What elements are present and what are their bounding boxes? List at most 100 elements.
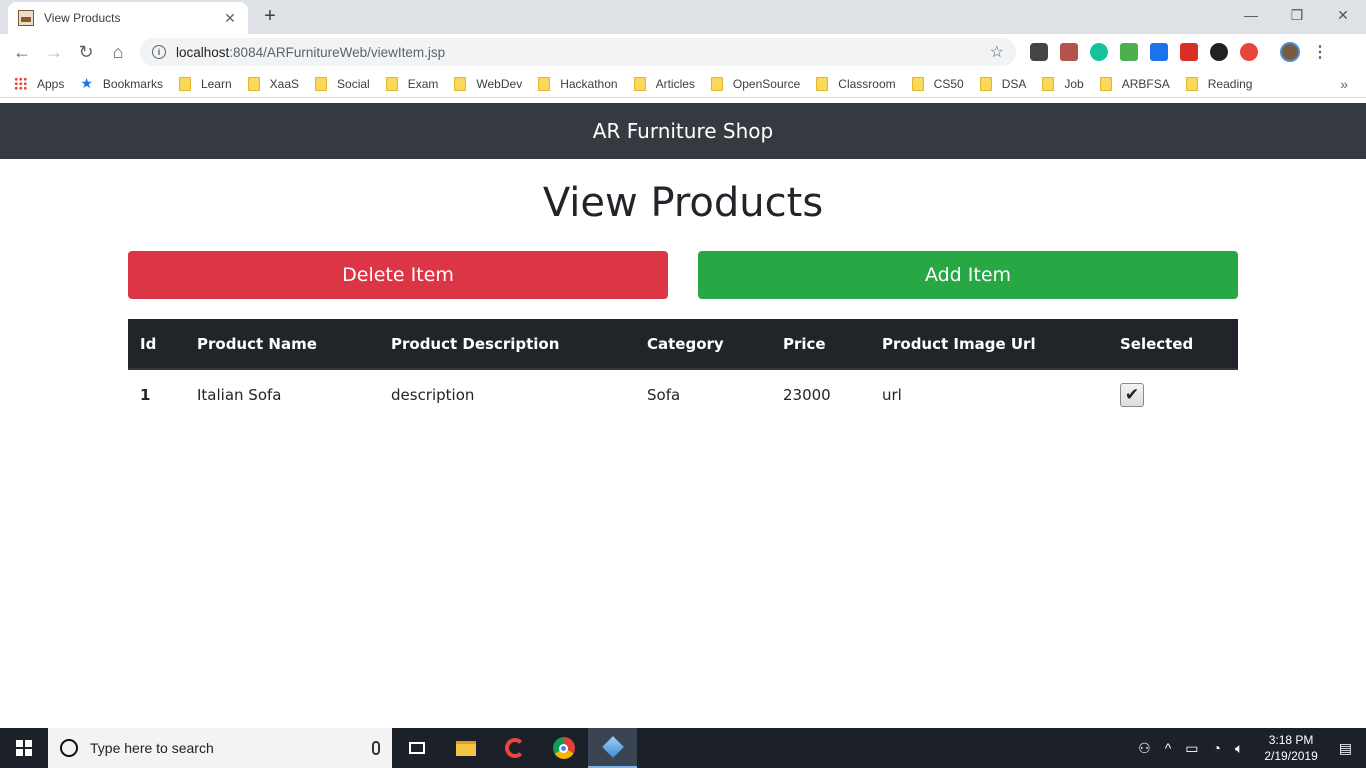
ccleaner-icon[interactable]: [490, 728, 539, 768]
header-product-name: Product Name: [185, 319, 379, 370]
bookmark-label: WebDev: [476, 76, 523, 91]
header-id: Id: [128, 319, 185, 370]
clock[interactable]: 3:18 PM 2/19/2019: [1264, 732, 1317, 764]
bookmark-job[interactable]: Job: [1042, 76, 1084, 91]
bookmark-label: CS50: [933, 76, 964, 91]
bookmark-label: ARBFSA: [1121, 76, 1170, 91]
extension-book-icon[interactable]: [1180, 43, 1198, 61]
folder-icon: [816, 76, 829, 91]
folder-icon: [178, 76, 191, 91]
url-text[interactable]: localhost:8084/ARFurnitureWeb/viewItem.j…: [176, 45, 990, 60]
menu-icon[interactable]: ⋮: [1312, 42, 1328, 62]
navbar-brand[interactable]: AR Furniture Shop: [593, 119, 773, 143]
address-bar[interactable]: i localhost:8084/ARFurnitureWeb/viewItem…: [140, 38, 1016, 66]
back-icon[interactable]: ←: [6, 36, 38, 68]
info-icon[interactable]: i: [152, 45, 166, 59]
restore-icon[interactable]: ❐: [1274, 0, 1320, 30]
window-controls: — ❐ ✕: [1228, 0, 1366, 32]
new-tab-icon[interactable]: +: [258, 5, 282, 28]
bookmark-apps[interactable]: Apps: [14, 77, 64, 91]
system-tray: ⚇ ^ ▭ ◔ 🔈︎ 3:18 PM 2/19/2019 ▤: [1131, 728, 1366, 768]
notifications-icon[interactable]: ▤: [1339, 740, 1352, 757]
folder-icon: [1042, 76, 1055, 91]
battery-icon[interactable]: ▭: [1185, 740, 1198, 757]
folder-icon: [1185, 76, 1198, 91]
tab-title: View Products: [44, 11, 121, 25]
extension-pdf-icon[interactable]: [1060, 43, 1078, 61]
chrome-icon[interactable]: [539, 728, 588, 768]
bookmark-label: XaaS: [269, 76, 300, 91]
bookmark-star-icon[interactable]: ☆: [990, 42, 1004, 62]
url-path: :8084/ARFurnitureWeb/viewItem.jsp: [229, 44, 446, 60]
bookmark-label: Apps: [37, 76, 65, 91]
bookmark-label: Hackathon: [560, 76, 618, 91]
chevron-more-icon[interactable]: »: [1340, 76, 1348, 92]
profile-avatar[interactable]: [1280, 42, 1300, 62]
folder-icon: [979, 76, 992, 91]
checkmark-icon: ✔: [1124, 384, 1140, 405]
cell-image-url: url: [882, 385, 902, 404]
header-price: Price: [771, 319, 870, 370]
bookmark-label: OpenSource: [732, 76, 801, 91]
forward-icon[interactable]: →: [38, 36, 70, 68]
extension-grammarly-icon[interactable]: [1090, 43, 1108, 61]
close-tab-icon[interactable]: ✕: [222, 10, 238, 27]
cortana-icon: [60, 739, 78, 757]
bookmark-bookmarks[interactable]: ★ Bookmarks: [80, 75, 163, 92]
extension-search-icon[interactable]: [1210, 43, 1228, 61]
header-category: Category: [635, 319, 771, 370]
file-explorer-icon[interactable]: [441, 728, 490, 768]
bookmark-arbfsa[interactable]: ARBFSA: [1099, 76, 1170, 91]
bookmark-social[interactable]: Social: [315, 76, 370, 91]
delete-item-button[interactable]: Delete Item: [128, 251, 668, 299]
extension-new-icon[interactable]: [1150, 43, 1168, 61]
extension-inbox-icon[interactable]: [1120, 43, 1138, 61]
add-item-button[interactable]: Add Item: [698, 251, 1238, 299]
browser-tabstrip: View Products ✕ + — ❐ ✕: [0, 0, 1366, 34]
cell-selected: ✔: [1108, 369, 1238, 419]
people-icon[interactable]: ⚇: [1138, 740, 1151, 757]
browser-toolbar: ← → ↻ ⌂ i localhost:8084/ARFurnitureWeb/…: [0, 34, 1366, 70]
cell-product-name: Italian Sofa: [197, 385, 282, 404]
extension-bulb-icon[interactable]: [1030, 43, 1048, 61]
header-product-description: Product Description: [379, 319, 635, 370]
folder-icon: [454, 76, 467, 91]
cell-product-description: description: [391, 385, 475, 404]
clock-time: 3:18 PM: [1268, 733, 1314, 747]
bookmark-xaas[interactable]: XaaS: [247, 76, 300, 91]
bookmark-hackathon[interactable]: Hackathon: [538, 76, 618, 91]
cell-price: 23000: [783, 385, 831, 404]
bookmark-cs50[interactable]: CS50: [911, 76, 964, 91]
app-cube-icon[interactable]: [588, 728, 637, 768]
volume-icon[interactable]: 🔈︎: [1235, 740, 1243, 757]
bookmark-opensource[interactable]: OpenSource: [710, 76, 801, 91]
bookmark-articles[interactable]: Articles: [633, 76, 695, 91]
home-icon[interactable]: ⌂: [102, 36, 134, 68]
search-placeholder: Type here to search: [90, 740, 214, 756]
folder-icon: [710, 76, 723, 91]
bookmark-webdev[interactable]: WebDev: [454, 76, 523, 91]
selected-checkbox[interactable]: ✔: [1120, 382, 1144, 407]
wifi-icon[interactable]: ◔: [1213, 740, 1221, 756]
folder-icon: [247, 76, 260, 91]
bookmark-label: Reading: [1207, 76, 1253, 91]
bookmark-dsa[interactable]: DSA: [979, 76, 1026, 91]
microphone-icon[interactable]: [372, 741, 380, 755]
bookmarks-bar: Apps ★ Bookmarks Learn XaaS Social Exam W…: [0, 70, 1366, 98]
bookmark-learn[interactable]: Learn: [178, 76, 232, 91]
extension-shield-icon[interactable]: [1240, 43, 1258, 61]
url-host: localhost: [176, 44, 230, 60]
reload-icon[interactable]: ↻: [70, 36, 102, 68]
bookmark-classroom[interactable]: Classroom: [816, 76, 896, 91]
bookmark-label: Exam: [407, 76, 439, 91]
close-window-icon[interactable]: ✕: [1320, 0, 1366, 30]
taskbar-search[interactable]: Type here to search: [48, 728, 392, 768]
bookmark-reading[interactable]: Reading: [1185, 76, 1253, 91]
bookmark-exam[interactable]: Exam: [385, 76, 439, 91]
start-button[interactable]: [0, 728, 48, 768]
browser-tab[interactable]: View Products ✕: [8, 2, 248, 34]
clock-date: 2/19/2019: [1264, 749, 1318, 763]
task-view-icon[interactable]: [392, 728, 441, 768]
minimize-icon[interactable]: —: [1228, 0, 1274, 30]
show-hidden-icon[interactable]: ^: [1165, 740, 1172, 756]
